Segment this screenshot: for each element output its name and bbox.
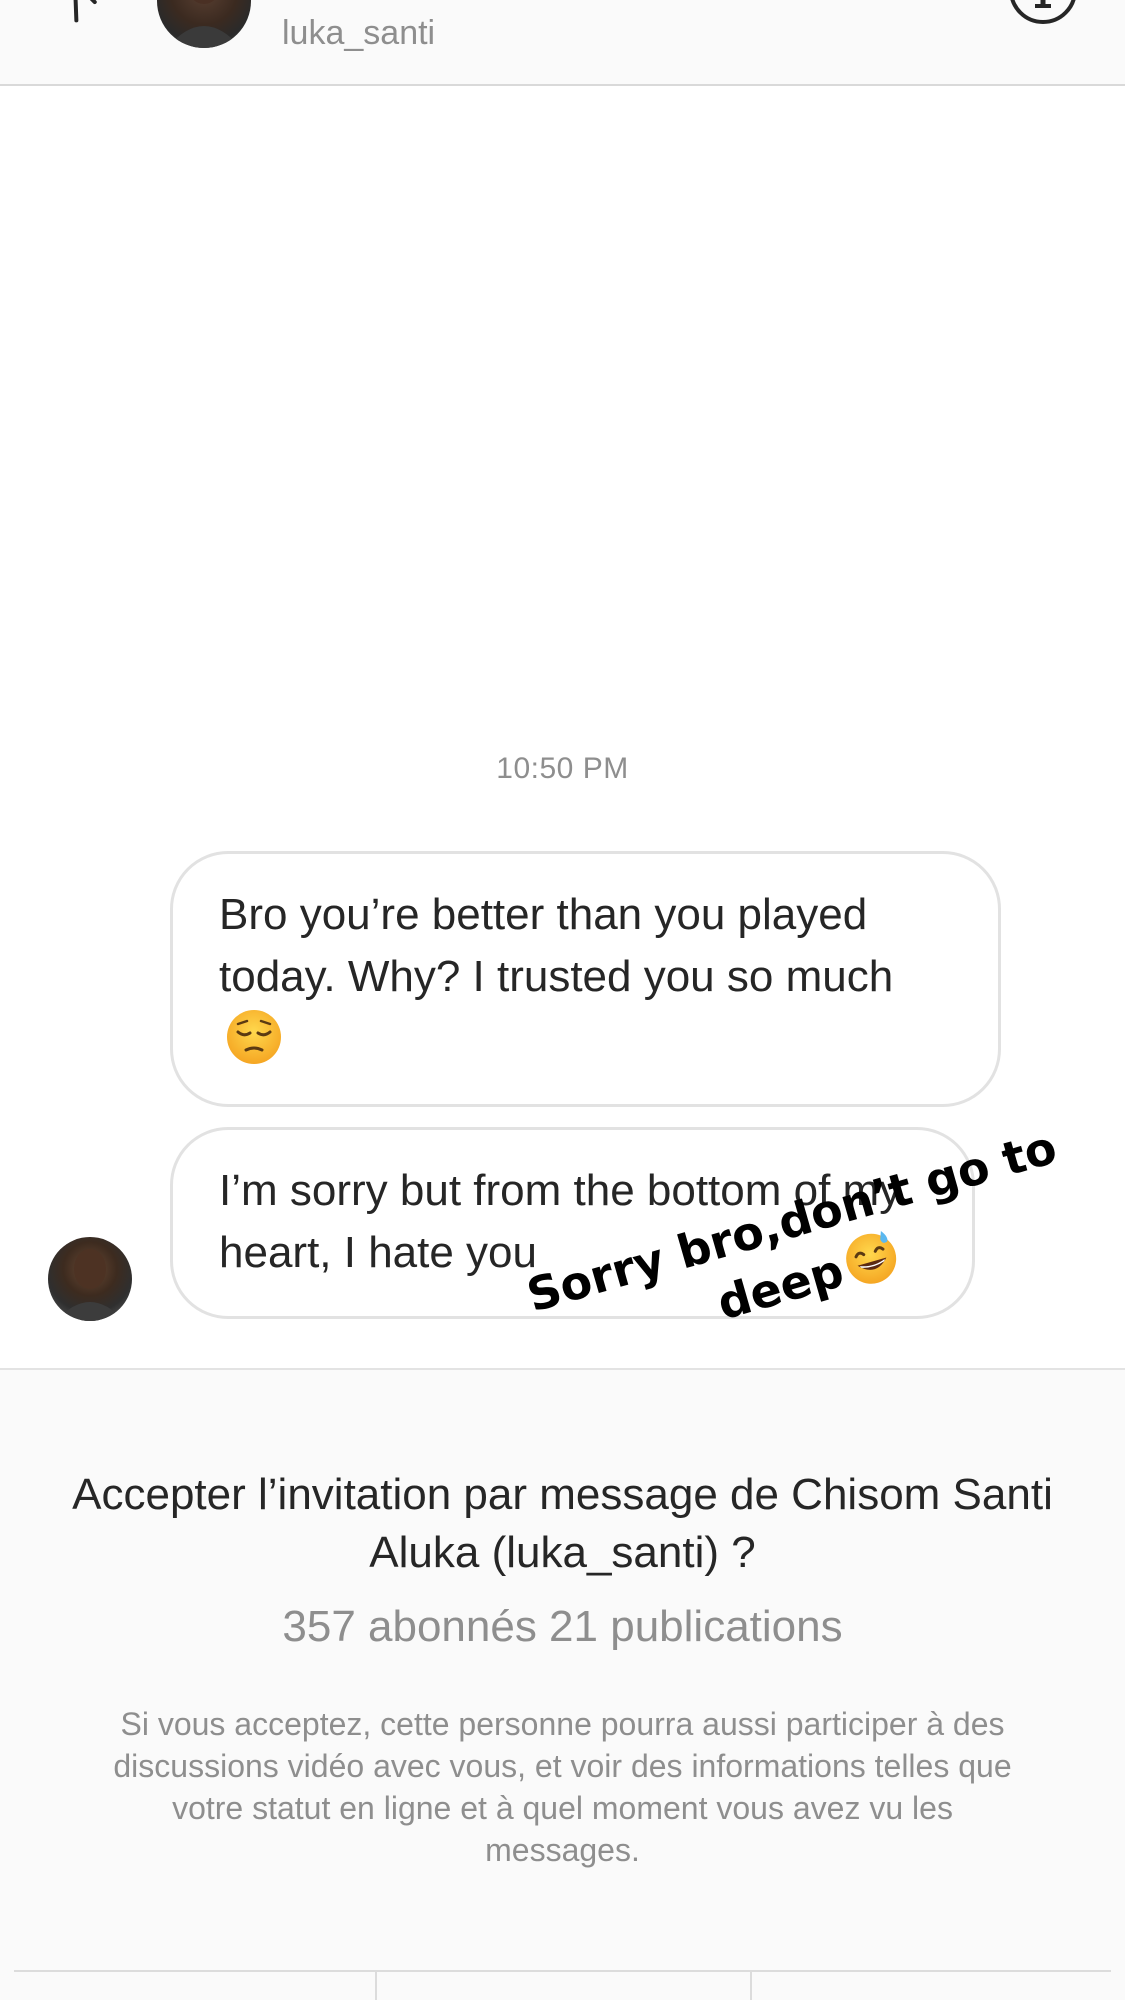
header-avatar[interactable]: [157, 0, 251, 48]
info-icon[interactable]: [1005, 0, 1081, 38]
header-username[interactable]: luka_santi: [282, 14, 435, 53]
pensive-face-icon: [227, 1010, 281, 1064]
message-request-panel: [0, 1368, 1125, 2000]
grinning-sweat-face-icon: [846, 1230, 897, 1284]
sender-avatar[interactable]: [48, 1237, 132, 1321]
request-action-bar: [14, 1970, 1111, 2000]
conversation-header: luka_santi: [0, 0, 1125, 86]
direct-message-screen: luka_santi 10:50 PM Bro you’re better th…: [0, 0, 1125, 2000]
request-notice: Si vous acceptez, cette personne pourra …: [113, 1706, 1012, 1868]
message-bubble[interactable]: Bro you’re better than you played today.…: [170, 851, 1001, 1107]
message-text: Bro you’re better than you played today.…: [219, 890, 894, 1001]
invitation-title: Accepter l’invitation par message de Chi…: [72, 1470, 1053, 1577]
profile-counts: 357 abonnés 21 publications: [282, 1602, 843, 1651]
action-divider: [750, 1972, 752, 2000]
message-timestamp: 10:50 PM: [496, 752, 629, 785]
chevron-left-icon[interactable]: [48, 0, 98, 34]
action-divider: [375, 1972, 377, 2000]
